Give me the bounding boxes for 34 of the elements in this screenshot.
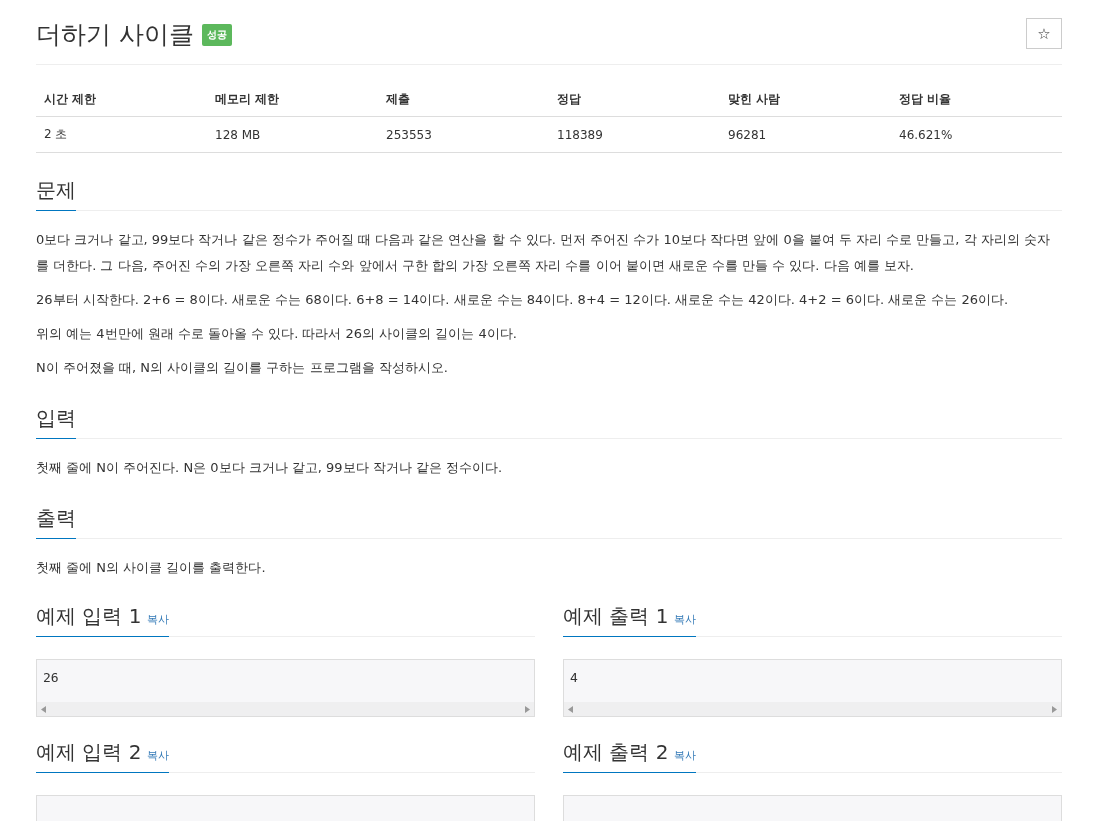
table-cell: 118389	[549, 116, 720, 153]
paragraph: 첫째 줄에 N의 사이클 길이를 출력한다.	[36, 559, 267, 577]
sample-heading: 예제 출력 2 복사	[563, 739, 697, 773]
paragraph: N이 주어졌을 때, N의 사이클의 길이를 구하는 프로그램을 작성하시오.	[36, 359, 449, 377]
sample-heading: 예제 출력 1 복사	[563, 603, 697, 637]
column-header: 제출	[378, 81, 549, 117]
table-cell: 46.621%	[891, 116, 1062, 153]
sample-heading: 예제 입력 1 복사	[36, 603, 170, 637]
table-cell: 253553	[378, 116, 549, 153]
column-header: 시간 제한	[36, 81, 207, 117]
problem-title: 더하기 사이클	[36, 20, 194, 50]
paragraph: 26부터 시작한다. 2+6 = 8이다. 새로운 수는 68이다. 6+8 = 14이다. 새로운 수는 84이다. 8+4 = 12이다. 새로운 수는 42이다. 4+2 = 6이다. 새로운 수는 26이다.	[36, 291, 1010, 309]
result-badge: 성공	[201, 24, 232, 46]
paragraph: 첫째 줄에 N이 주어진다. N은 0보다 크거나 같고, 99보다 작거나 같은 정수이다.	[36, 459, 504, 477]
table-cell: 96281	[720, 116, 891, 153]
sample-heading: 예제 입력 2 복사	[36, 739, 170, 773]
column-header: 정답 비율	[891, 81, 1062, 117]
section-heading: 입력	[36, 405, 76, 439]
paragraph: 0보다 크거나 같고, 99보다 작거나 같은 정수가 주어질 때 다음과 같은 연산을 할 수 있다. 먼저 주어진 수가 10보다 작다면 앞에 0을 붙여 두 자리 수로 만들고, 각 자리의 숫자를 더한다. 그 다음, 주어진 수의 가장 오른쪽 자리 수와 앞에서 구한 합의 가장 오른쪽 자리 수를 이어 붙이면 새로운 수를 만들 수 있다. 다음 예를 보자.	[36, 231, 1051, 275]
table-cell: 2 초	[36, 116, 207, 153]
copy-link[interactable]: 복사	[147, 613, 170, 626]
table-cell: 128 MB	[207, 116, 378, 153]
column-header: 맞힌 사람	[720, 81, 891, 117]
star-button[interactable]: ☆	[1026, 18, 1062, 49]
section-heading: 문제	[36, 177, 76, 211]
copy-link[interactable]: 복사	[674, 613, 697, 626]
paragraph: 위의 예는 4번만에 원래 수로 돌아올 수 있다. 따라서 26의 사이클의 길이는 4이다.	[36, 325, 518, 343]
sample-text: 26	[42, 669, 60, 685]
column-header: 메모리 제한	[207, 81, 378, 117]
copy-link[interactable]: 복사	[674, 749, 697, 762]
copy-link[interactable]: 복사	[147, 749, 170, 762]
column-header: 정답	[549, 81, 720, 117]
section-heading: 출력	[36, 505, 76, 539]
sample-text: 4	[569, 669, 579, 685]
